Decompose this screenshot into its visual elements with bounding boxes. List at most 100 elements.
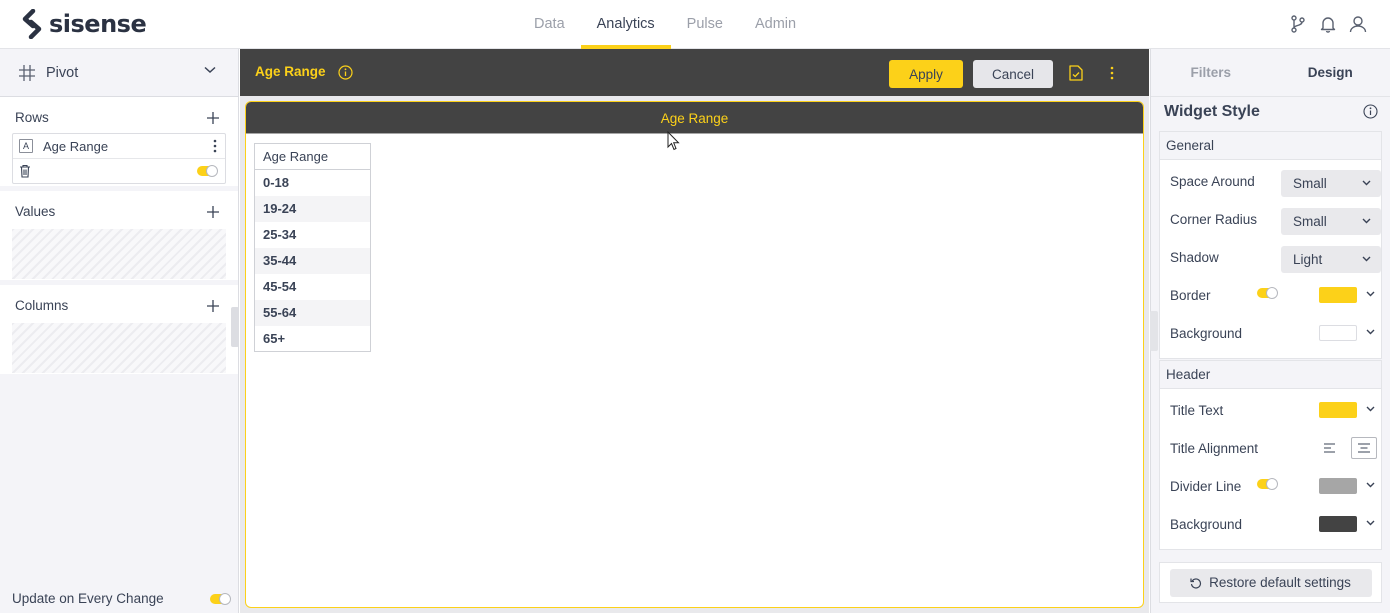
widget-header[interactable]: Age Range xyxy=(246,102,1143,134)
corner-radius-label: Corner Radius xyxy=(1170,211,1258,227)
nav-tab-admin[interactable]: Admin xyxy=(739,0,812,49)
add-column-icon[interactable] xyxy=(206,299,220,313)
corner-radius-row: Corner Radius Small xyxy=(1160,200,1381,238)
general-group-title: General xyxy=(1160,132,1381,160)
restore-icon xyxy=(1190,577,1202,589)
right-panel-collapse-handle[interactable] xyxy=(1150,311,1158,351)
space-around-value: Small xyxy=(1293,176,1327,191)
left-panel-collapse-handle[interactable] xyxy=(231,307,239,347)
add-value-icon[interactable] xyxy=(206,205,220,219)
space-around-row: Space Around Small xyxy=(1160,162,1381,200)
divider-line-toggle[interactable] xyxy=(1257,478,1278,490)
tab-design[interactable]: Design xyxy=(1271,49,1390,96)
header-group-title: Header xyxy=(1160,361,1381,389)
update-on-change-toggle[interactable] xyxy=(210,593,231,605)
space-around-select[interactable]: Small xyxy=(1281,170,1381,197)
update-on-change-row: Update on Every Change xyxy=(12,590,231,606)
add-row-icon[interactable] xyxy=(206,111,220,125)
header-background-row: Background xyxy=(1160,505,1381,543)
bell-icon[interactable] xyxy=(1318,14,1338,34)
rows-section: Rows A Age Range xyxy=(0,97,238,191)
header-background-color-swatch[interactable] xyxy=(1319,516,1357,532)
info-icon[interactable] xyxy=(338,65,353,80)
background-row: Background xyxy=(1160,314,1381,352)
restore-defaults-button[interactable]: Restore default settings xyxy=(1169,568,1372,597)
tab-filters[interactable]: Filters xyxy=(1151,49,1271,96)
toolbar-widget-title[interactable]: Age Range xyxy=(255,64,326,79)
more-options-icon[interactable] xyxy=(1110,66,1114,80)
align-left-icon xyxy=(1324,443,1335,453)
chevron-down-icon xyxy=(1362,256,1371,262)
widget-style-title: Widget Style xyxy=(1164,103,1260,120)
field-actions xyxy=(13,159,225,183)
columns-dropzone[interactable] xyxy=(12,323,226,373)
pivot-column-header[interactable]: Age Range xyxy=(254,143,371,170)
shadow-label: Shadow xyxy=(1170,249,1219,265)
title-text-label: Title Text xyxy=(1170,402,1224,418)
field-card-age-range[interactable]: A Age Range xyxy=(12,133,226,184)
mouse-cursor-icon xyxy=(667,131,680,151)
pivot-table: Age Range 0-18 19-24 25-34 35-44 45-54 5… xyxy=(254,143,371,352)
columns-section: Columns xyxy=(0,285,238,379)
values-dropzone[interactable] xyxy=(12,229,226,279)
restore-defaults-area: Restore default settings xyxy=(1159,562,1382,603)
chevron-down-icon[interactable] xyxy=(1366,291,1375,297)
pivot-row-cell[interactable]: 0-18 xyxy=(255,170,371,196)
chevron-down-icon[interactable] xyxy=(1366,406,1375,412)
field-name: Age Range xyxy=(43,138,109,154)
widget-type-selector[interactable]: Pivot xyxy=(0,49,238,97)
background-color-swatch[interactable] xyxy=(1319,325,1357,341)
main-nav-tabs: Data Analytics Pulse Admin xyxy=(518,0,812,49)
general-settings-box: General Space Around Small Corner Radius… xyxy=(1159,131,1382,359)
widget-type-label: Pivot xyxy=(46,64,79,81)
align-center-button[interactable] xyxy=(1351,437,1377,459)
cancel-button[interactable]: Cancel xyxy=(973,60,1053,88)
nav-tab-data[interactable]: Data xyxy=(518,0,581,49)
logo-wordmark: sisense xyxy=(49,10,147,38)
title-text-color-swatch[interactable] xyxy=(1319,402,1357,418)
chevron-down-icon[interactable] xyxy=(1366,520,1375,526)
title-text-row: Title Text xyxy=(1160,391,1381,429)
pivot-row-cell[interactable]: 25-34 xyxy=(255,222,371,248)
background-label: Background xyxy=(1170,325,1243,341)
field-row[interactable]: A Age Range xyxy=(13,134,225,159)
chevron-down-icon[interactable] xyxy=(1366,482,1375,488)
pivot-row-cell[interactable]: 65+ xyxy=(255,326,371,352)
info-icon[interactable] xyxy=(1363,104,1378,119)
widget-editor-toolbar: Age Range Apply Cancel xyxy=(240,49,1149,96)
nav-tab-analytics[interactable]: Analytics xyxy=(580,0,671,49)
align-center-icon xyxy=(1358,443,1370,453)
pivot-row-cell[interactable]: 35-44 xyxy=(254,247,371,274)
shadow-select[interactable]: Light xyxy=(1281,246,1381,273)
right-panel: Filters Design Widget Style General Spac… xyxy=(1150,49,1390,613)
export-file-icon[interactable] xyxy=(1069,65,1083,81)
trash-icon[interactable] xyxy=(19,164,31,178)
align-left-button[interactable] xyxy=(1317,437,1343,459)
border-color-swatch[interactable] xyxy=(1319,287,1357,303)
apply-button[interactable]: Apply xyxy=(889,60,963,88)
pivot-grid-icon xyxy=(19,64,35,81)
sisense-logo[interactable]: sisense xyxy=(19,8,147,40)
divider-line-color-swatch[interactable] xyxy=(1319,478,1357,494)
pivot-row-cell[interactable]: 19-24 xyxy=(254,195,371,222)
chevron-down-icon[interactable] xyxy=(1366,329,1375,335)
values-title: Values xyxy=(15,204,56,219)
chevron-down-icon xyxy=(1362,180,1371,186)
kebab-menu-icon[interactable] xyxy=(213,139,217,153)
chevron-down-icon xyxy=(204,66,216,74)
field-toggle[interactable] xyxy=(197,165,218,177)
space-around-label: Space Around xyxy=(1170,173,1255,189)
nav-tab-pulse[interactable]: Pulse xyxy=(671,0,739,49)
border-toggle[interactable] xyxy=(1257,287,1278,299)
pivot-widget[interactable]: Age Range Age Range 0-18 19-24 25-34 35-… xyxy=(245,101,1144,608)
shadow-row: Shadow Light xyxy=(1160,238,1381,276)
user-icon[interactable] xyxy=(1348,14,1368,34)
pivot-row-cell[interactable]: 45-54 xyxy=(255,274,371,300)
columns-title: Columns xyxy=(15,298,69,313)
corner-radius-select[interactable]: Small xyxy=(1281,208,1381,235)
left-panel: Pivot Rows A Age Range Values Columns Up… xyxy=(0,49,239,613)
branch-icon[interactable] xyxy=(1288,14,1308,34)
divider-line-label: Divider Line xyxy=(1170,478,1242,494)
pivot-row-cell[interactable]: 55-64 xyxy=(254,299,371,326)
divider-line-row: Divider Line xyxy=(1160,467,1381,505)
